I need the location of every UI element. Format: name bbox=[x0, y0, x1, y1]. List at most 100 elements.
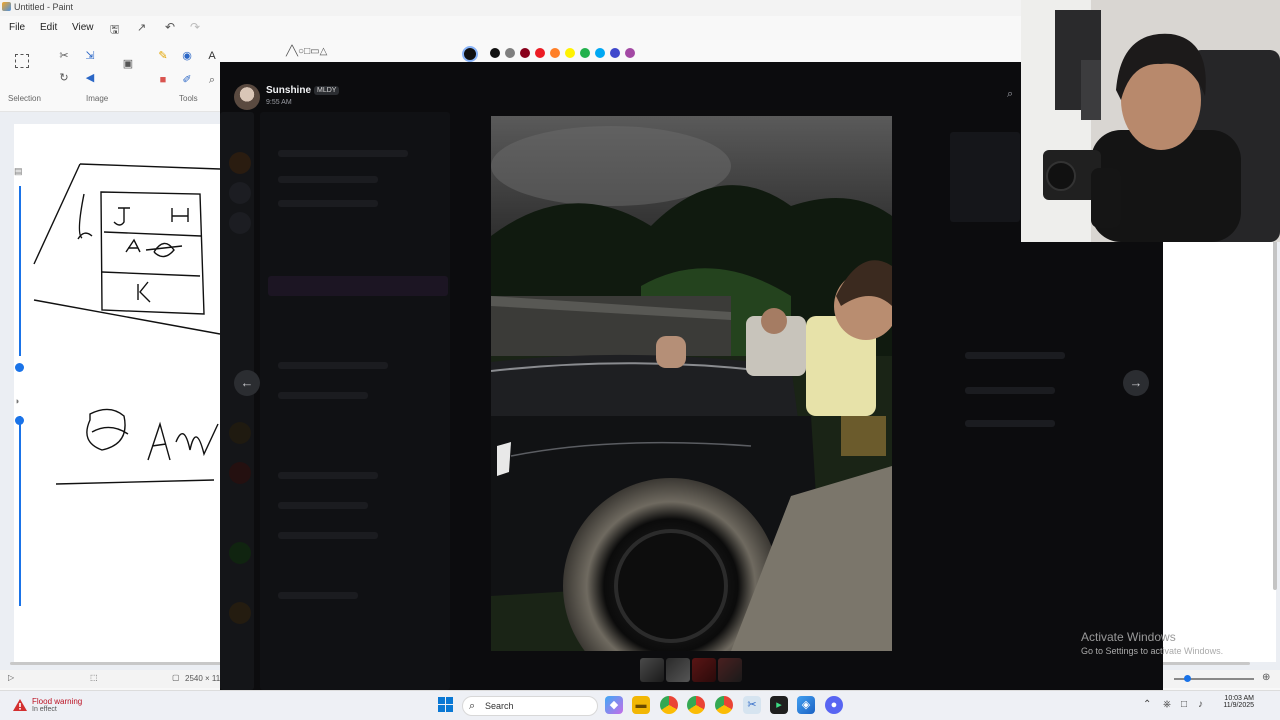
username[interactable]: Sunshine bbox=[266, 85, 311, 96]
rotate-icon[interactable]: ↻ bbox=[58, 72, 70, 84]
chrome-profile-icon[interactable] bbox=[687, 696, 705, 714]
thumbnail-2[interactable] bbox=[666, 658, 690, 682]
shapes-icon[interactable]: ╱╲○□▭△ bbox=[286, 46, 327, 57]
tools-group-label: Tools bbox=[179, 94, 198, 103]
share-icon[interactable]: ↗ bbox=[137, 21, 146, 34]
opacity-slider[interactable] bbox=[19, 416, 21, 606]
layers-icon[interactable]: ▤ bbox=[14, 166, 23, 177]
thumbnail-3[interactable] bbox=[692, 658, 716, 682]
microphone-icon[interactable]: ⎈ bbox=[1163, 699, 1171, 710]
redo-icon[interactable]: ↷ bbox=[190, 20, 200, 34]
color-swatch[interactable] bbox=[565, 48, 575, 58]
dm-list-row bbox=[278, 592, 358, 599]
volume-icon[interactable]: ♪ bbox=[1198, 699, 1203, 710]
menu-bar: File Edit View 🖫 ↗ ↶ ↷ bbox=[0, 18, 300, 38]
crop-icon[interactable]: ✂ bbox=[58, 50, 70, 62]
color-swatch[interactable] bbox=[535, 48, 545, 58]
resize-icon[interactable]: ⇲ bbox=[84, 50, 96, 62]
image-group-label: Image bbox=[86, 94, 109, 103]
fill-icon[interactable]: ◉ bbox=[181, 50, 193, 62]
taskbar: Flood warning In effect ⌕ Search ◆ ▬ ✂ ▸… bbox=[0, 690, 1280, 720]
copilot-icon[interactable]: ◆ bbox=[605, 696, 623, 714]
server-icon bbox=[229, 152, 251, 174]
server-icon bbox=[229, 422, 251, 444]
server-icon bbox=[229, 462, 251, 484]
server-icon bbox=[229, 542, 251, 564]
file-explorer-icon[interactable]: ▬ bbox=[632, 696, 650, 714]
selection-size-icon: ⬚ bbox=[90, 673, 98, 682]
activate-windows-subtitle: Go to Settings to activate Windows. bbox=[1081, 646, 1224, 656]
opacity-thumb[interactable] bbox=[15, 416, 24, 425]
thumbnail-4[interactable] bbox=[718, 658, 742, 682]
arrow-right-icon[interactable]: → bbox=[1123, 370, 1149, 396]
activate-windows-title: Activate Windows bbox=[1081, 630, 1176, 644]
app-icon[interactable]: ◈ bbox=[797, 696, 815, 714]
dm-list-row bbox=[278, 532, 378, 539]
color-swatch[interactable] bbox=[580, 48, 590, 58]
color-swatch[interactable] bbox=[625, 48, 635, 58]
clock-date: 11/9/2025 bbox=[1223, 702, 1254, 709]
weather-subtitle: In effect bbox=[32, 706, 57, 713]
discord-icon[interactable]: ● bbox=[825, 696, 843, 714]
eraser-icon[interactable]: ■ bbox=[157, 74, 169, 86]
thumbnail-1[interactable] bbox=[640, 658, 664, 682]
image-select-icon[interactable]: ▣ bbox=[122, 58, 134, 70]
windows-start-icon[interactable] bbox=[438, 697, 454, 713]
dm-list-row bbox=[278, 502, 368, 509]
pointer-icon: ▷ bbox=[8, 673, 15, 682]
weather-widget[interactable]: Flood warning In effect bbox=[12, 696, 112, 716]
color-swatch[interactable] bbox=[610, 48, 620, 58]
menu-edit[interactable]: Edit bbox=[40, 22, 57, 33]
zoom-slider-thumb[interactable] bbox=[1184, 675, 1191, 682]
brush-size-slider[interactable] bbox=[19, 186, 21, 356]
arrow-left-icon[interactable]: ← bbox=[234, 370, 260, 396]
server-icon bbox=[229, 602, 251, 624]
dm-list bbox=[260, 112, 450, 690]
selection-icon[interactable] bbox=[15, 54, 29, 68]
color-swatch[interactable] bbox=[490, 48, 500, 58]
magnifier-icon[interactable]: ⌕ bbox=[206, 74, 218, 86]
network-icon[interactable]: □ bbox=[1181, 699, 1187, 710]
server-tag-badge: MLDY bbox=[314, 86, 340, 95]
window-title: Untitled - Paint bbox=[14, 2, 74, 12]
flip-icon[interactable]: ◀ bbox=[84, 72, 96, 84]
dm-list-row bbox=[278, 472, 378, 479]
menu-file[interactable]: File bbox=[9, 22, 25, 33]
chrome-profile-icon[interactable] bbox=[715, 696, 733, 714]
dm-list-row bbox=[278, 362, 388, 369]
taskbar-search[interactable]: ⌕ Search bbox=[462, 696, 598, 716]
clock[interactable]: 10:03 AM 11/9/2025 bbox=[1214, 695, 1254, 709]
color-swatch[interactable] bbox=[550, 48, 560, 58]
server-icon bbox=[229, 212, 251, 234]
snipping-tool-icon[interactable]: ✂ bbox=[743, 696, 761, 714]
canvas-size: 2540 × 118 bbox=[185, 674, 225, 683]
zoom-in-icon[interactable]: ⊕ bbox=[1262, 672, 1270, 683]
save-icon[interactable]: 🖫 bbox=[110, 21, 119, 40]
webcam-overlay bbox=[1021, 0, 1280, 242]
dm-list-row bbox=[278, 200, 378, 207]
text-icon[interactable]: A bbox=[206, 50, 218, 62]
color-swatch[interactable] bbox=[505, 48, 515, 58]
terminal-icon[interactable]: ▸ bbox=[770, 696, 788, 714]
search-placeholder: Search bbox=[485, 701, 514, 711]
color-swatch[interactable] bbox=[595, 48, 605, 58]
menu-view[interactable]: View bbox=[72, 22, 94, 33]
chrome-icon[interactable] bbox=[660, 696, 678, 714]
primary-color-swatch[interactable] bbox=[462, 46, 478, 62]
brush-size-thumb[interactable] bbox=[15, 363, 24, 372]
color-picker-icon[interactable]: ✐ bbox=[181, 74, 193, 86]
search-icon: ⌕ bbox=[469, 700, 476, 712]
server-icon bbox=[229, 182, 251, 204]
thumbnail-strip bbox=[640, 658, 744, 682]
color-swatch[interactable] bbox=[520, 48, 530, 58]
dm-list-row bbox=[278, 392, 368, 399]
avatar[interactable] bbox=[234, 84, 260, 110]
tray-overflow-icon[interactable]: ⌃ bbox=[1143, 699, 1151, 710]
profile-panel-row bbox=[965, 352, 1065, 359]
pencil-icon[interactable]: ✎ bbox=[157, 50, 169, 62]
undo-icon[interactable]: ↶ bbox=[165, 20, 175, 34]
dm-list-row bbox=[278, 176, 378, 183]
opacity-icon[interactable]: ◑ bbox=[14, 396, 19, 406]
dm-selected-row bbox=[268, 276, 448, 296]
viewer-image[interactable] bbox=[491, 116, 892, 651]
